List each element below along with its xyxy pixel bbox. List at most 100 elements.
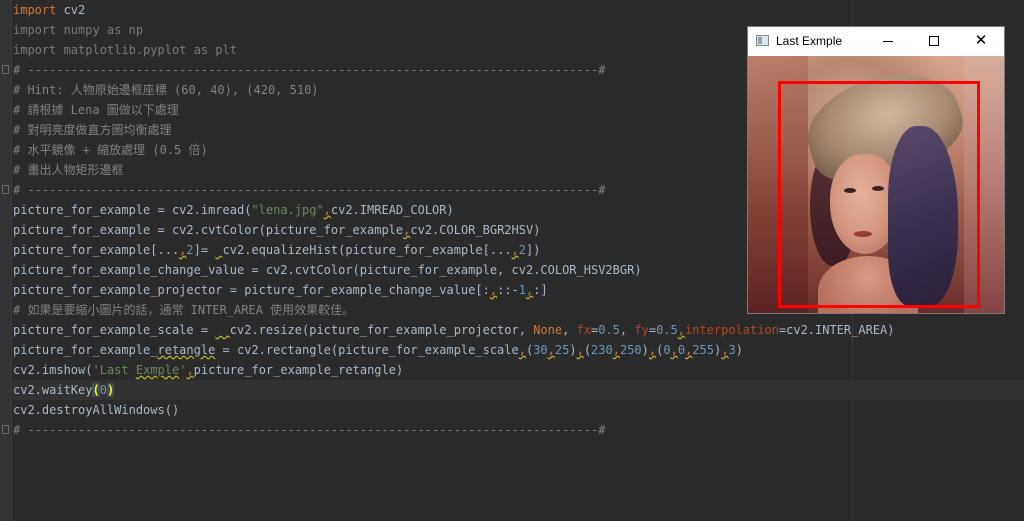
code-token: 0 — [99, 383, 107, 397]
maximize-icon — [929, 36, 939, 46]
code-token: import numpy as np — [13, 23, 144, 37]
code-token: 230 — [591, 343, 613, 357]
code-token: , — [677, 323, 685, 337]
code-token: ( — [92, 383, 100, 397]
code-token: , — [576, 343, 584, 357]
code-line[interactable]: picture_for_example_scale = cv2.resize(p… — [13, 320, 1024, 340]
code-token: cv2.imshow( — [13, 363, 93, 377]
code-token: 25 — [554, 343, 570, 357]
code-token: 2 — [186, 243, 194, 257]
minimize-icon — [883, 41, 893, 42]
code-token: , — [323, 203, 331, 217]
code-token: # --------------------------------------… — [13, 423, 606, 437]
code-token: # 如果是要縮小圖片的話，通常 INTER_AREA 使用效果較佳。 — [13, 303, 355, 317]
code-token: 0.5 — [656, 323, 678, 337]
code-line[interactable]: import cv2 — [13, 0, 1024, 20]
code-token: 1 — [518, 283, 526, 297]
code-token: ) — [569, 343, 577, 357]
code-token: picture_for_example_ — [13, 343, 158, 357]
code-token: :] — [533, 283, 548, 297]
code-token: fx — [576, 323, 591, 337]
code-token: ) — [735, 343, 743, 357]
close-icon: ✕ — [974, 32, 988, 49]
code-token: = — [648, 323, 657, 337]
code-token: , — [489, 283, 498, 297]
code-token: interpolation — [684, 323, 779, 337]
code-token: , — [612, 343, 620, 357]
detection-rectangle — [778, 81, 980, 308]
lena-image — [748, 56, 1004, 313]
fold-marker-icon[interactable] — [2, 425, 9, 434]
code-token: ) — [106, 383, 115, 397]
code-token: picture_for_example = cv2.cvtColor(pictu… — [13, 223, 404, 237]
code-line[interactable]: cv2.imshow('Last Exmple',picture_for_exa… — [13, 360, 1024, 380]
code-token: , — [511, 243, 519, 257]
code-line[interactable]: cv2.waitKey(0) — [13, 380, 1024, 400]
window-titlebar[interactable]: Last Exmple ✕ — [748, 27, 1004, 56]
code-token: picture_for_example_retangle) — [193, 363, 404, 377]
code-token: cv2.COLOR_BGR2HSV) — [410, 223, 541, 237]
window-app-icon — [756, 35, 769, 46]
code-token: cv2.resize(picture_for_example_projector… — [229, 323, 534, 337]
code-token: 255 — [692, 343, 714, 357]
code-token: # 畫出人物矩形邊框 — [13, 163, 124, 177]
code-token: ]= — [193, 243, 216, 257]
code-token: ( — [583, 343, 592, 357]
image-window[interactable]: Last Exmple ✕ — [747, 26, 1005, 314]
code-token: cv2 — [56, 3, 86, 17]
editor-gutter — [0, 0, 12, 521]
code-token: retangle — [157, 343, 216, 357]
code-token: cv2.equalizeHist(picture_for_example[... — [222, 243, 512, 257]
window-title: Last Exmple — [776, 34, 843, 48]
code-token: picture_for_example_change_value = cv2.c… — [13, 263, 642, 277]
code-token: 3 — [728, 343, 736, 357]
code-line[interactable]: cv2.destroyAllWindows() — [13, 400, 1024, 420]
code-token: # 對明亮度做直方圖均衡處理 — [13, 123, 172, 137]
close-button[interactable]: ✕ — [958, 27, 1004, 56]
code-token: 0.5 — [598, 323, 620, 337]
code-token: 250 — [619, 343, 642, 357]
code-line[interactable]: # --------------------------------------… — [13, 420, 1024, 440]
code-token: 0 — [677, 343, 686, 357]
code-token: , — [186, 363, 194, 377]
fold-marker-icon[interactable] — [2, 185, 9, 194]
code-token: ::- — [497, 283, 519, 297]
code-token: 0 — [663, 343, 671, 357]
code-token: # --------------------------------------… — [13, 63, 606, 77]
code-token: 2 — [518, 243, 527, 257]
code-token: # --------------------------------------… — [13, 183, 606, 197]
code-token: , — [562, 323, 577, 337]
code-token: =cv2.INTER_AREA) — [778, 323, 895, 337]
code-token: "lena.jpg" — [251, 203, 324, 217]
code-token: picture_for_example = cv2.imread( — [13, 203, 252, 217]
code-token: # 請根據 Lena 圖做以下處理 — [13, 103, 179, 117]
code-token: ) — [641, 343, 649, 357]
code-token: picture_for_example_scale = — [13, 323, 216, 337]
code-token: cv2.IMREAD_COLOR) — [330, 203, 454, 217]
code-token: picture_for_example[... — [13, 243, 180, 257]
code-token: 'Last — [92, 363, 136, 377]
code-token: , — [619, 323, 635, 337]
code-token: cv2.waitKey — [13, 383, 93, 397]
code-token: , — [518, 343, 526, 357]
code-token: = cv2.rectangle(picture_for_example_scal… — [215, 343, 519, 357]
fold-marker-icon[interactable] — [2, 65, 9, 74]
code-token: , — [547, 343, 555, 357]
code-token: import — [13, 3, 57, 17]
minimize-button[interactable] — [866, 27, 912, 56]
code-token: fy — [634, 323, 649, 337]
maximize-button[interactable] — [912, 27, 958, 56]
code-token: ]) — [526, 243, 541, 257]
code-token: , — [670, 343, 678, 357]
code-token: import matplotlib.pyplot as plt — [13, 43, 237, 57]
code-token: cv2.destroyAllWindows() — [13, 403, 180, 417]
code-token: Exmple — [135, 363, 180, 377]
code-token: # Hint: 人物原始邊框座標 (60, 40), (420, 510) — [13, 83, 319, 97]
code-token: None — [533, 323, 563, 337]
code-token: 30 — [533, 343, 548, 357]
code-line[interactable]: picture_for_example_retangle = cv2.recta… — [13, 340, 1024, 360]
code-token: # 水平鏡像 + 縮放處理 (0.5 倍) — [13, 143, 208, 157]
code-token: picture_for_example_projector = picture_… — [13, 283, 490, 297]
